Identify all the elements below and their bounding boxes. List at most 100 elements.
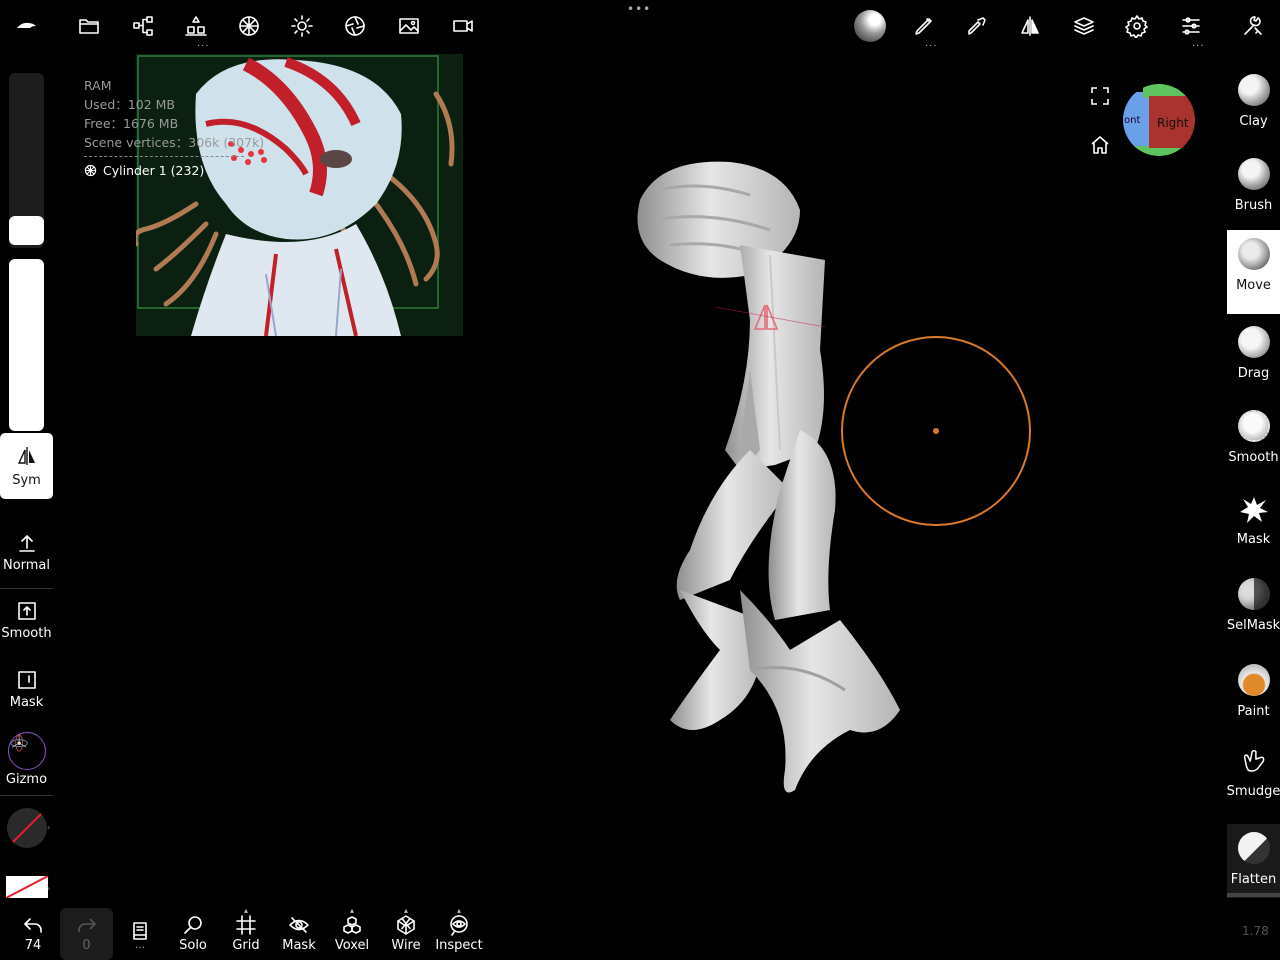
normal-label: Normal <box>2 558 51 573</box>
top-toolbar: ... ••• ... ... <box>0 0 1280 52</box>
history-more: ... <box>135 940 145 951</box>
flatten-brush-icon <box>1237 832 1270 864</box>
arrow-up-icon <box>18 535 35 552</box>
grid-caret: ▴ <box>243 906 248 915</box>
paint-brush-icon <box>1237 664 1270 696</box>
magnifier-icon <box>184 916 202 934</box>
left-separator <box>0 588 53 589</box>
mask-label: Mask <box>9 695 44 710</box>
drag-brush-icon <box>1237 326 1270 358</box>
radius-slider-thumb[interactable] <box>9 216 44 245</box>
clay-brush-icon <box>1237 74 1270 106</box>
color-chevron-icon: › <box>47 823 51 832</box>
ram-used: Used：102 MB <box>84 97 175 112</box>
pen-more: ... <box>925 38 938 49</box>
smooth-label: Smooth <box>1 626 52 641</box>
material-chevron-icon: › <box>47 884 51 893</box>
inspect-label: Inspect <box>435 938 483 953</box>
material-preview-icon[interactable] <box>852 8 888 44</box>
eye-slash-icon <box>289 917 309 933</box>
light-sun-icon[interactable] <box>286 10 318 42</box>
mask-toggle-button[interactable]: Mask <box>0 669 53 710</box>
gizmo-icon <box>7 732 46 770</box>
wire-caret: ▴ <box>403 906 408 915</box>
object-mesh-icon <box>84 164 97 177</box>
intensity-slider-fill[interactable] <box>9 259 44 431</box>
left-separator-2 <box>0 795 53 796</box>
move-brush-icon <box>1237 238 1270 270</box>
camera-aperture-icon[interactable] <box>339 10 371 42</box>
brush-brush[interactable]: Brush <box>1227 150 1280 234</box>
scene-vertices: Scene vertices：306k (307k) <box>84 135 265 150</box>
inspect-caret: ▴ <box>456 906 461 915</box>
voxel-button[interactable]: ▴ Voxel <box>331 906 373 960</box>
voxel-caret: ▴ <box>349 906 354 915</box>
ram-free: Free：1676 MB <box>84 116 179 131</box>
brush-selmask[interactable]: SelMask <box>1227 570 1280 654</box>
fullscreen-icon[interactable] <box>1090 86 1110 106</box>
wire-label: Wire <box>391 938 421 953</box>
top-drag-handle[interactable]: ••• <box>627 2 651 16</box>
color-swatch[interactable] <box>7 808 47 848</box>
tools-wrench-icon[interactable] <box>1237 10 1269 42</box>
inspect-button[interactable]: ▴ Inspect <box>435 906 483 960</box>
symmetry-icon[interactable] <box>1014 10 1046 42</box>
brush-smooth[interactable]: Smooth <box>1227 402 1280 486</box>
grid-button[interactable]: ▴ Grid <box>225 906 267 960</box>
history-book-icon <box>133 922 147 940</box>
app-logo-icon[interactable] <box>10 10 42 42</box>
mask-splat-icon <box>1239 497 1268 523</box>
brush-mask[interactable]: Mask <box>1227 486 1280 570</box>
ram-label: RAM <box>84 78 112 93</box>
brush-paint[interactable]: Paint <box>1227 656 1280 740</box>
layers-icon[interactable] <box>1068 10 1100 42</box>
image-icon[interactable] <box>393 10 425 42</box>
stats-divider <box>84 156 244 157</box>
redo-button[interactable]: 0 <box>60 908 113 960</box>
active-object-name: Cylinder 1 (232) <box>103 163 205 178</box>
brush-flatten[interactable]: Flatten <box>1227 824 1280 898</box>
brush-clay[interactable]: Clay <box>1227 66 1280 150</box>
solo-button[interactable]: Solo <box>172 908 214 960</box>
brush-cursor <box>841 336 1031 526</box>
sym-button[interactable]: Sym <box>0 433 53 499</box>
scene-graph-icon[interactable] <box>127 10 159 42</box>
matcap-sphere-icon[interactable] <box>233 10 265 42</box>
brush-label: Smudge <box>1226 784 1280 799</box>
wireframe-icon <box>397 915 415 935</box>
view-cube[interactable]: ont Right <box>1123 84 1195 156</box>
mask-visibility-label: Mask <box>282 938 316 953</box>
brush-drag[interactable]: Drag <box>1227 318 1280 402</box>
voxel-cubes-icon <box>343 916 361 934</box>
mask-box-icon <box>17 671 36 689</box>
folder-icon[interactable] <box>73 10 105 42</box>
eyedropper-icon[interactable] <box>961 10 993 42</box>
brush-label: Brush <box>1234 198 1273 213</box>
active-object[interactable]: Cylinder 1 (232) <box>84 161 264 180</box>
mask-visibility-button[interactable]: Mask <box>278 908 320 960</box>
wire-button[interactable]: ▴ Wire <box>385 906 427 960</box>
material-swatch[interactable] <box>6 876 48 898</box>
normal-button[interactable]: Normal <box>0 532 53 573</box>
brush-scrollbar[interactable] <box>1227 893 1280 897</box>
gizmo-button[interactable]: Gizmo <box>0 732 53 787</box>
home-view-icon[interactable] <box>1089 134 1111 156</box>
brush-smudge[interactable]: Smudge <box>1227 738 1280 822</box>
grid-label: Grid <box>232 938 260 953</box>
undo-button[interactable]: 74 <box>12 908 54 960</box>
brush-label: Smooth <box>1228 450 1279 465</box>
view-cube-right-label: Right <box>1157 116 1189 130</box>
brush-label: SelMask <box>1226 618 1280 633</box>
sym-label: Sym <box>12 472 41 488</box>
settings-gear-icon[interactable] <box>1121 10 1153 42</box>
voxel-label: Voxel <box>334 938 370 953</box>
video-camera-icon[interactable] <box>447 10 479 42</box>
sliders-more: ... <box>1192 38 1205 49</box>
brush-move[interactable]: Move <box>1227 230 1280 314</box>
redo-count: 0 <box>82 938 91 953</box>
smooth-toggle-button[interactable]: Smooth <box>0 600 53 641</box>
history-button[interactable]: ... <box>124 908 156 960</box>
symmetry-toggle-icon <box>17 446 35 465</box>
smudge-finger-icon <box>1243 749 1264 772</box>
selmask-brush-icon <box>1237 578 1270 610</box>
